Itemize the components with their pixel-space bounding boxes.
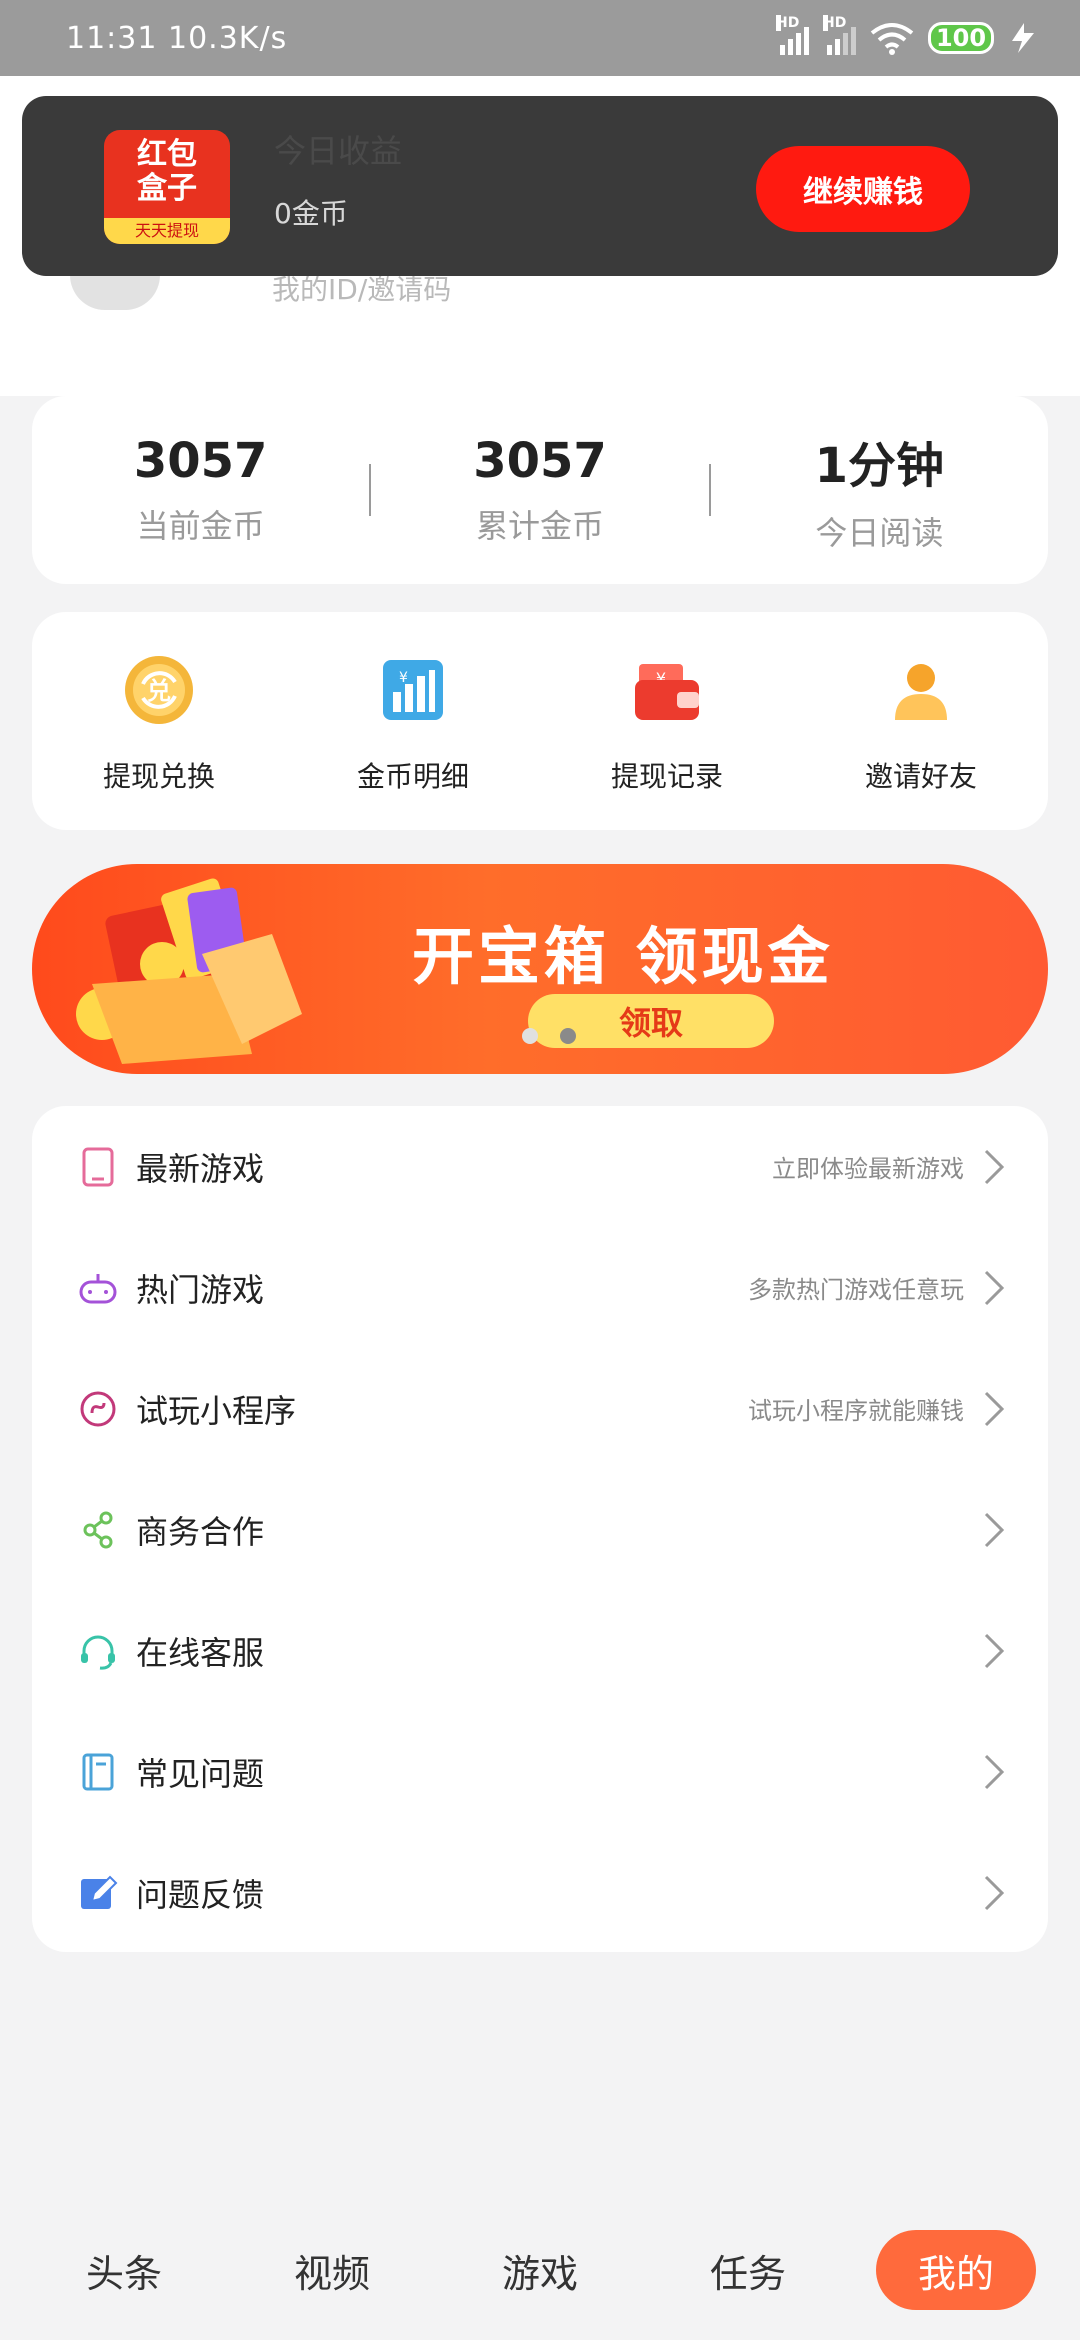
edit-icon bbox=[78, 1873, 118, 1913]
menu-desc: 多款热门游戏任意玩 bbox=[748, 1276, 964, 1304]
charging-icon bbox=[1012, 23, 1034, 53]
treasure-chest-icon bbox=[76, 878, 302, 1064]
chevron-right-icon bbox=[984, 1754, 1005, 1789]
tab-games[interactable]: 游戏 bbox=[460, 2243, 620, 2298]
menu-label: 热门游戏 bbox=[136, 1270, 265, 1309]
gamepad-icon bbox=[78, 1268, 118, 1308]
svg-text:兑: 兑 bbox=[147, 677, 171, 705]
stat-value: 3057 bbox=[473, 433, 607, 489]
toast-title: 今日收益 bbox=[274, 132, 403, 170]
tab-tasks[interactable]: 任务 bbox=[668, 2243, 828, 2298]
user-icon bbox=[878, 647, 964, 733]
exchange-icon: 兑 bbox=[116, 647, 202, 733]
quick-actions: 兑 提现兑换 ¥ 金币明细 ¥ 提现记录 邀请好友 bbox=[32, 612, 1048, 830]
chevron-right-icon bbox=[984, 1391, 1005, 1426]
action-label: 金币明细 bbox=[356, 760, 469, 793]
stats-card: 3057 当前金币 3057 累计金币 1分钟 今日阅读 bbox=[32, 396, 1048, 584]
status-bar: 11:31 10.3K/s HD HD 100 bbox=[0, 0, 1080, 76]
continue-earning-button[interactable]: 继续赚钱 bbox=[756, 146, 970, 232]
menu-label: 在线客服 bbox=[136, 1633, 265, 1672]
menu-item-business-cooperation[interactable]: 商务合作 bbox=[32, 1469, 1048, 1590]
carousel-dot-active[interactable] bbox=[560, 1028, 576, 1044]
stat-value: 1分钟 bbox=[814, 438, 945, 494]
wallet-icon: ¥ bbox=[624, 647, 710, 733]
menu-list: 最新游戏 立即体验最新游戏 热门游戏 多款热门游戏任意玩 试玩小程序 试玩小程序… bbox=[32, 1106, 1048, 1952]
app-logo: 红包 盒子 天天提现 bbox=[104, 130, 230, 244]
action-withdraw-records[interactable]: ¥ 提现记录 bbox=[540, 647, 794, 795]
earnings-toast[interactable]: 红包 盒子 天天提现 今日收益 0金币 继续赚钱 bbox=[22, 96, 1058, 276]
wifi-icon bbox=[870, 23, 914, 55]
carousel-dot[interactable] bbox=[522, 1028, 538, 1044]
status-time: 11:31 10.3K/s bbox=[66, 20, 288, 56]
share-icon bbox=[78, 1510, 118, 1550]
stat-value: 3057 bbox=[133, 433, 268, 489]
menu-label: 最新游戏 bbox=[136, 1149, 265, 1188]
signal-icon: HD bbox=[823, 15, 856, 55]
stat-total-coins[interactable]: 3057 累计金币 bbox=[371, 433, 708, 547]
menu-item-online-support[interactable]: 在线客服 bbox=[32, 1590, 1048, 1711]
menu-item-faq[interactable]: 常见问题 bbox=[32, 1711, 1048, 1832]
battery-icon: 100 bbox=[928, 22, 994, 54]
stat-current-coins[interactable]: 3057 当前金币 bbox=[32, 433, 369, 547]
menu-item-hot-games[interactable]: 热门游戏 多款热门游戏任意玩 bbox=[32, 1227, 1048, 1348]
menu-item-feedback[interactable]: 问题反馈 bbox=[32, 1832, 1048, 1953]
toast-coins: 0金币 bbox=[274, 197, 348, 230]
stat-label: 累计金币 bbox=[475, 507, 604, 545]
chevron-right-icon bbox=[984, 1633, 1005, 1668]
menu-item-mini-programs[interactable]: 试玩小程序 试玩小程序就能赚钱 bbox=[32, 1348, 1048, 1469]
svg-text:¥: ¥ bbox=[399, 670, 408, 686]
tab-video[interactable]: 视频 bbox=[252, 2243, 412, 2298]
menu-label: 商务合作 bbox=[136, 1512, 265, 1551]
treasure-chest-banner[interactable]: 开宝箱 领现金 领取 bbox=[32, 864, 1048, 1074]
chevron-right-icon bbox=[984, 1270, 1005, 1305]
status-icons: HD HD 100 bbox=[776, 15, 1038, 55]
chevron-right-icon bbox=[984, 1875, 1005, 1910]
tab-mine[interactable]: 我的 bbox=[876, 2230, 1036, 2310]
action-coin-details[interactable]: ¥ 金币明细 bbox=[286, 647, 540, 795]
action-label: 提现记录 bbox=[610, 760, 723, 793]
menu-label: 问题反馈 bbox=[136, 1875, 265, 1914]
menu-item-latest-games[interactable]: 最新游戏 立即体验最新游戏 bbox=[32, 1106, 1048, 1227]
stat-label: 当前金币 bbox=[136, 507, 265, 545]
book-icon bbox=[78, 1752, 118, 1792]
chevron-right-icon bbox=[984, 1149, 1005, 1184]
tab-headlines[interactable]: 头条 bbox=[44, 2243, 204, 2298]
action-invite-friends[interactable]: 邀请好友 bbox=[794, 647, 1048, 795]
phone-icon bbox=[78, 1147, 118, 1187]
stat-reading-time[interactable]: 1分钟 今日阅读 bbox=[711, 426, 1048, 554]
menu-label: 试玩小程序 bbox=[136, 1391, 297, 1430]
mini-program-icon bbox=[78, 1389, 118, 1429]
menu-label: 常见问题 bbox=[136, 1754, 265, 1793]
chevron-right-icon bbox=[984, 1512, 1005, 1547]
action-label: 提现兑换 bbox=[102, 760, 215, 793]
chart-icon: ¥ bbox=[370, 647, 456, 733]
signal-icon: HD bbox=[776, 15, 809, 55]
bottom-nav: 头条 视频 游戏 任务 我的 bbox=[0, 2220, 1080, 2320]
menu-desc: 试玩小程序就能赚钱 bbox=[748, 1397, 964, 1425]
banner-title: 开宝箱 领现金 bbox=[412, 920, 834, 993]
headset-icon bbox=[78, 1631, 118, 1671]
menu-desc: 立即体验最新游戏 bbox=[772, 1155, 964, 1183]
action-withdraw-exchange[interactable]: 兑 提现兑换 bbox=[32, 647, 286, 795]
action-label: 邀请好友 bbox=[864, 760, 977, 793]
stat-label: 今日阅读 bbox=[815, 514, 944, 552]
